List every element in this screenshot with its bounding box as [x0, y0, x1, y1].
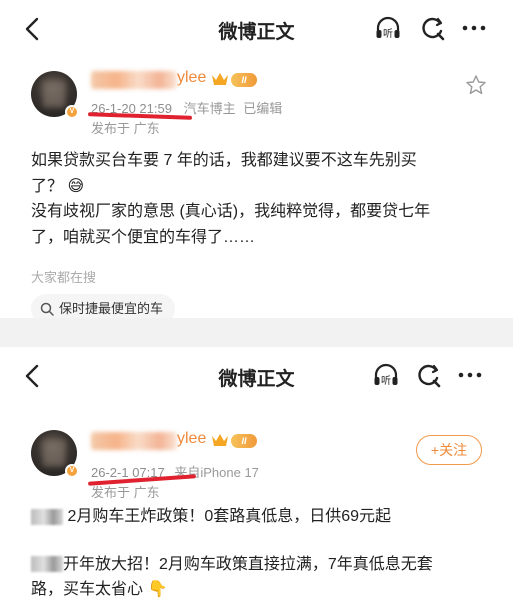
post-location: 发布于 广东 — [91, 485, 160, 500]
post-line: 路，买车太省心 👇 — [31, 581, 168, 598]
screenshot-1: 微博正文 听 V ylee II 26-1-20 21:59 汽车博主 已编辑 — [0, 0, 513, 318]
post-line: 开年放大招！2月购车政策直接拉满，7年真低息无套 — [31, 552, 493, 578]
listen-label: 听 — [381, 375, 391, 387]
nav-bar: 微博正文 听 — [0, 0, 513, 58]
screenshot-2: 微博正文 听 V ylee II 26-2-1 07:17 来自iPhone 1… — [0, 347, 513, 616]
post-location: 发布于 广东 — [91, 121, 160, 136]
blurred-emoji — [31, 508, 63, 525]
verified-badge-icon: V — [65, 464, 79, 478]
blurred-emoji — [31, 556, 63, 573]
more-icon[interactable] — [459, 13, 489, 43]
level-badge: II — [231, 434, 257, 448]
star-icon[interactable] — [465, 74, 487, 96]
trending-search-label: 大家都在搜 — [31, 270, 97, 285]
post-line: 了，咱就买个便宜的车得了…… — [31, 228, 256, 246]
blurred-name — [91, 432, 177, 450]
post-line: 没有歧视厂家的意思 (真心话)，我纯粹觉得，都要贷七年 — [31, 203, 431, 220]
trending-search-chip[interactable]: 保时捷最便宜的车 — [31, 294, 176, 318]
post-line-text: 2月购车王炸政策！0套路真低息，日供69元起 — [67, 508, 392, 525]
search-icon — [40, 302, 54, 316]
edited-label: 已编辑 — [243, 101, 283, 116]
blurred-name — [91, 71, 177, 89]
listen-icon[interactable]: 听 — [371, 360, 401, 390]
crown-icon — [212, 434, 228, 446]
post-body: 如果贷款买台车要 7 年的话，我都建议要不这车先别买 了？ 😅 没有歧视厂家的意… — [31, 148, 493, 250]
chevron-left-icon[interactable] — [18, 361, 48, 391]
refresh-search-icon[interactable] — [418, 13, 448, 43]
listen-label: 听 — [383, 28, 393, 40]
author-name-text: ylee — [177, 430, 207, 447]
author-name-text: ylee — [177, 69, 207, 86]
post-line-text: 开年放大招！2月购车政策直接拉满，7年真低息无套 — [63, 555, 433, 573]
post-line: 2月购车王炸政策！0套路真低息，日供69元起 — [31, 504, 493, 530]
author-role: 汽车博主 — [183, 101, 236, 116]
post-line: 如果贷款买台车要 7 年的话，我都建议要不这车先别买 — [31, 152, 417, 169]
nav-bar: 微博正文 听 — [0, 347, 513, 405]
post-body: 2月购车王炸政策！0套路真低息，日供69元起 开年放大招！2月购车政策直接拉满，… — [31, 504, 493, 603]
verified-badge-icon: V — [65, 105, 79, 119]
post-line: 了？ 😅 — [31, 177, 85, 195]
follow-button[interactable]: +关注 — [416, 435, 482, 465]
more-icon[interactable] — [455, 360, 485, 390]
level-badge: II — [231, 73, 257, 87]
crown-icon — [212, 73, 228, 85]
trending-search-text: 保时捷最便宜的车 — [59, 301, 164, 316]
author-header: V ylee II 26-1-20 21:59 汽车博主 已编辑 发布于 广东 — [0, 58, 513, 136]
refresh-search-icon[interactable] — [414, 360, 444, 390]
chevron-left-icon[interactable] — [18, 14, 48, 44]
listen-icon[interactable]: 听 — [373, 13, 403, 43]
